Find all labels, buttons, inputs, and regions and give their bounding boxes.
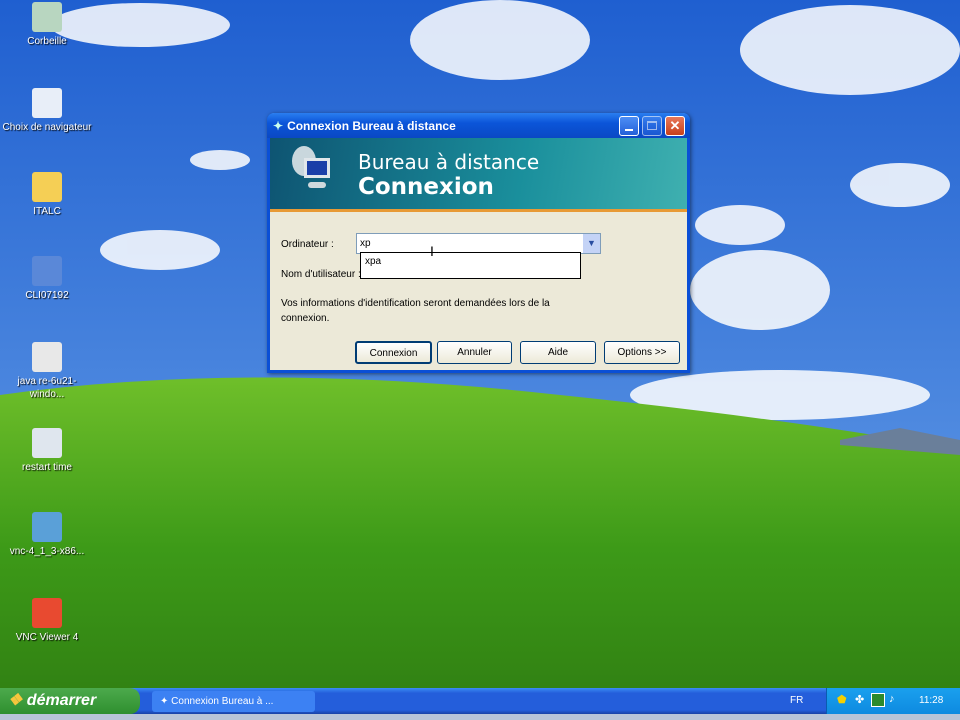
taskbar: ❖ démarrer ✦ Connexion Bureau à ... FR ⬟… [0,688,960,714]
desktop-icon[interactable]: VNC Viewer 4 [2,598,92,644]
monitor-icon [292,146,330,188]
help-button[interactable]: Aide [520,341,596,364]
desktop-icon[interactable]: restart time [2,428,92,474]
chevron-down-icon[interactable]: ▼ [583,234,600,253]
desktop-icon[interactable]: java re-6u21-windo... [2,342,92,401]
desktop-icon-label: CLI07192 [25,290,69,301]
username-label: Nom d'utilisateur : [281,269,361,280]
start-label: démarrer [26,692,97,709]
desktop-icon[interactable]: vnc-4_1_3-x86... [2,512,92,558]
cancel-button[interactable]: Annuler [437,341,512,364]
autocomplete-item[interactable]: xpa [361,253,580,270]
speaker-icon[interactable]: ♪ [889,693,895,705]
remote-desktop-icon: ✦ [273,118,284,133]
vnc-tray-icon[interactable] [871,693,885,707]
taskbar-task-remote-desktop[interactable]: ✦ Connexion Bureau à ... [152,691,315,712]
close-button[interactable]: ✕ [665,116,685,136]
autocomplete-list: xpa [360,252,581,279]
clock[interactable]: 11:28 [919,695,943,706]
maximize-button[interactable] [642,116,662,136]
recycle-bin-icon [32,2,62,32]
windows-logo-icon: ❖ [8,692,23,709]
folder-icon [32,172,62,202]
language-indicator[interactable]: FR [790,695,803,706]
installer-icon [32,512,62,542]
desktop-icon-label: Corbeille [27,36,67,47]
java-icon [32,342,62,372]
vnc-icon [32,598,62,628]
desktop-icon[interactable]: Corbeille [2,2,92,48]
desktop-icon[interactable]: ITALC [2,172,92,218]
banner-title-line2: Connexion [358,174,494,200]
desktop-icon-label: ITALC [33,206,61,217]
remote-desktop-dialog: ✦ Connexion Bureau à distance ✕ Bureau à… [267,113,690,373]
desktop-icon-label: java re-6u21-windo... [17,376,77,400]
computer-combobox[interactable]: xp ▼ [356,233,601,254]
banner-title-line1: Bureau à distance [358,150,540,174]
desktop-icon-label: Choix de navigateur [2,122,92,133]
desktop-icon[interactable]: Choix de navigateur [2,88,92,134]
shield-icon[interactable]: ⬟ [837,693,847,706]
system-tray: ⬟ ✤ ♪ 11:28 [826,688,960,714]
desktop-icon-label: vnc-4_1_3-x86... [9,546,85,557]
network-icon[interactable]: ✤ [855,693,864,706]
computer-label: Ordinateur : [281,239,334,250]
browser-choice-icon [32,88,62,118]
dialog-title: Connexion Bureau à distance [287,118,456,133]
options-button[interactable]: Options >> [604,341,680,364]
network-icon [32,256,62,286]
remote-desktop-icon: ✦ [160,696,169,707]
script-icon [32,428,62,458]
bottom-strip [0,714,960,720]
desktop-icon-label: VNC Viewer 4 [15,632,79,643]
task-label: Connexion Bureau à ... [171,696,274,707]
minimize-button[interactable] [619,116,639,136]
desktop-icon[interactable]: CLI07192 [2,256,92,302]
info-text: Vos informations d'identification seront… [281,298,550,324]
text-cursor-icon: I [430,243,434,259]
start-button[interactable]: ❖ démarrer [0,688,140,714]
computer-input[interactable]: xp [360,238,371,249]
desktop-icon-label: restart time [21,462,72,473]
banner: Bureau à distance Connexion [270,138,687,212]
connect-button[interactable]: Connexion [355,341,432,364]
